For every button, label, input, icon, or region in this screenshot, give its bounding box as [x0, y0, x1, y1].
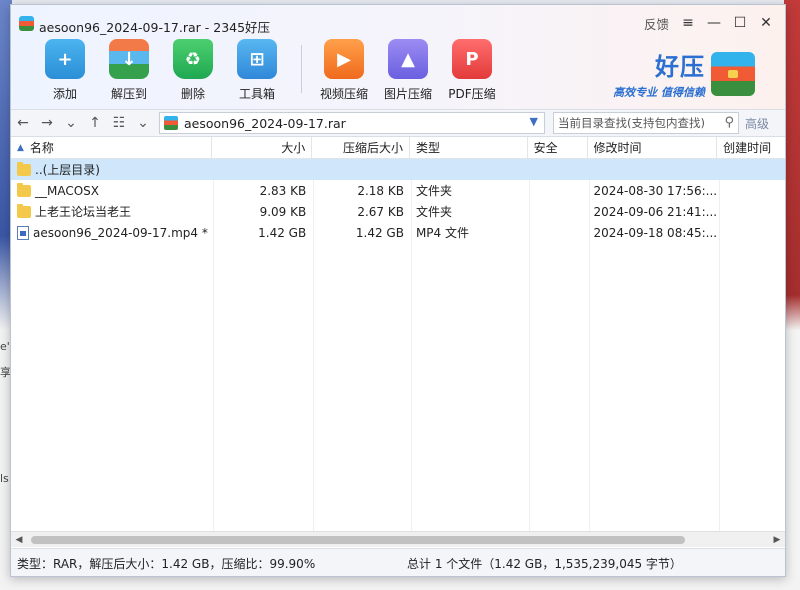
up-arrow-icon[interactable]: ↑ [83, 112, 107, 134]
dropdown-arrow-icon[interactable]: ▼ [530, 115, 538, 128]
video-compress-button[interactable]: ▶ 视频压缩 [312, 39, 376, 102]
back-arrow-icon[interactable]: ← [11, 112, 35, 134]
scroll-thumb[interactable] [31, 535, 685, 544]
video-file-icon [17, 225, 29, 240]
view-mode-icon[interactable]: ☷ [107, 112, 131, 134]
recycle-delete-icon: ♻ [173, 39, 213, 79]
file-total: 总计 1 个文件（1.42 GB，1,535,239,045 字节） [407, 557, 682, 571]
table-row[interactable]: __MACOSX 2.83 KB 2.18 KB 文件夹 2024-08-30 … [11, 180, 785, 201]
scroll-right-icon[interactable]: ▶ [769, 532, 785, 548]
folder-icon [17, 203, 31, 218]
extract-to-button[interactable]: ↓ 解压到 [97, 39, 161, 102]
path-text: aesoon96_2024-09-17.rar [184, 115, 346, 131]
close-icon[interactable]: ✕ [755, 13, 777, 33]
path-field[interactable]: aesoon96_2024-09-17.rar ▼ [159, 112, 545, 134]
delete-button[interactable]: ♻ 删除 [161, 39, 225, 102]
folder-icon [17, 161, 31, 176]
search-input[interactable] [558, 116, 708, 130]
archive-info: 类型：RAR，解压后大小：1.42 GB，压缩比：99.90% [17, 557, 316, 571]
window-controls: 反馈 ≡ — ☐ ✕ [640, 13, 777, 33]
background-text: e' [0, 340, 10, 353]
archive-icon [164, 116, 178, 130]
image-compress-icon: ▲ [388, 39, 428, 79]
maximize-icon[interactable]: ☐ [729, 13, 751, 33]
horizontal-scrollbar[interactable]: ◀ ▶ [11, 531, 785, 547]
scroll-left-icon[interactable]: ◀ [11, 532, 27, 548]
brand-area: 好压 高效专业 值得信赖 [613, 47, 755, 100]
advanced-search-link[interactable]: 高级 [745, 115, 769, 132]
sort-up-icon: ▲ [17, 142, 24, 153]
image-compress-button[interactable]: ▲ 图片压缩 [376, 39, 440, 102]
chevron-down-icon[interactable]: ⌄ [131, 112, 155, 134]
feedback-button[interactable]: 反馈 [640, 13, 673, 33]
pdf-compress-button[interactable]: P PDF压缩 [440, 39, 504, 102]
search-icon[interactable]: ⚲ [724, 115, 734, 130]
add-archive-icon: + [45, 39, 85, 79]
extract-icon: ↓ [109, 39, 149, 79]
brand-logo-icon [711, 51, 755, 96]
column-header-compressed-size[interactable]: 压缩后大小 [312, 136, 410, 159]
file-list: ▲ 名称 大小 压缩后大小 类型 安全 修改时间 创建时间 ..(上层目录) _… [11, 136, 785, 531]
folder-icon [17, 182, 31, 197]
forward-arrow-icon[interactable]: → [35, 112, 59, 134]
brand-slogan: 高效专业 值得信赖 [613, 86, 705, 99]
column-header-security[interactable]: 安全 [528, 136, 588, 159]
title-bar: aesoon96_2024-09-17.rar - 2345好压 反馈 ≡ — … [11, 5, 785, 109]
table-row[interactable]: aesoon96_2024-09-17.mp4 * 1.42 GB 1.42 G… [11, 222, 785, 243]
haozip-window: aesoon96_2024-09-17.rar - 2345好压 反馈 ≡ — … [10, 4, 786, 577]
scroll-track[interactable] [27, 532, 769, 548]
column-header-size[interactable]: 大小 [212, 136, 313, 159]
add-button[interactable]: + 添加 [33, 39, 97, 102]
window-title: aesoon96_2024-09-17.rar - 2345好压 [39, 20, 271, 35]
menu-icon[interactable]: ≡ [677, 13, 699, 33]
chevron-down-icon[interactable]: ⌄ [59, 112, 83, 134]
video-compress-icon: ▶ [324, 39, 364, 79]
search-box: ⚲ [553, 112, 739, 134]
desktop-background-right [784, 0, 800, 590]
column-header-row: ▲ 名称 大小 压缩后大小 类型 安全 修改时间 创建时间 [11, 136, 785, 159]
column-header-modified[interactable]: 修改时间 [588, 136, 718, 159]
column-header-created[interactable]: 创建时间 [717, 137, 785, 159]
table-row[interactable]: 上老王论坛当老王 9.09 KB 2.67 KB 文件夹 2024-09-06 … [11, 201, 785, 222]
status-bar: 类型：RAR，解压后大小：1.42 GB，压缩比：99.90% 总计 1 个文件… [11, 548, 785, 576]
background-text: ls [0, 472, 9, 485]
main-toolbar: + 添加 ↓ 解压到 ♻ 删除 ⊞ 工具箱 ▶ 视频压缩 ▲ 图片压缩 P PD… [33, 39, 504, 102]
toolbox-icon: ⊞ [237, 39, 277, 79]
toolbox-button[interactable]: ⊞ 工具箱 [225, 39, 289, 102]
minimize-icon[interactable]: — [703, 13, 725, 33]
toolbar-separator [301, 45, 302, 93]
brand-name: 好压 [655, 53, 705, 81]
pdf-compress-icon: P [452, 39, 492, 79]
navigation-bar: ← → ⌄ ↑ ☷ ⌄ aesoon96_2024-09-17.rar ▼ ⚲ … [11, 109, 785, 137]
table-row[interactable]: ..(上层目录) [11, 159, 785, 180]
column-header-type[interactable]: 类型 [410, 136, 528, 159]
app-logo-icon [19, 16, 34, 31]
column-header-name[interactable]: ▲ 名称 [11, 136, 213, 159]
